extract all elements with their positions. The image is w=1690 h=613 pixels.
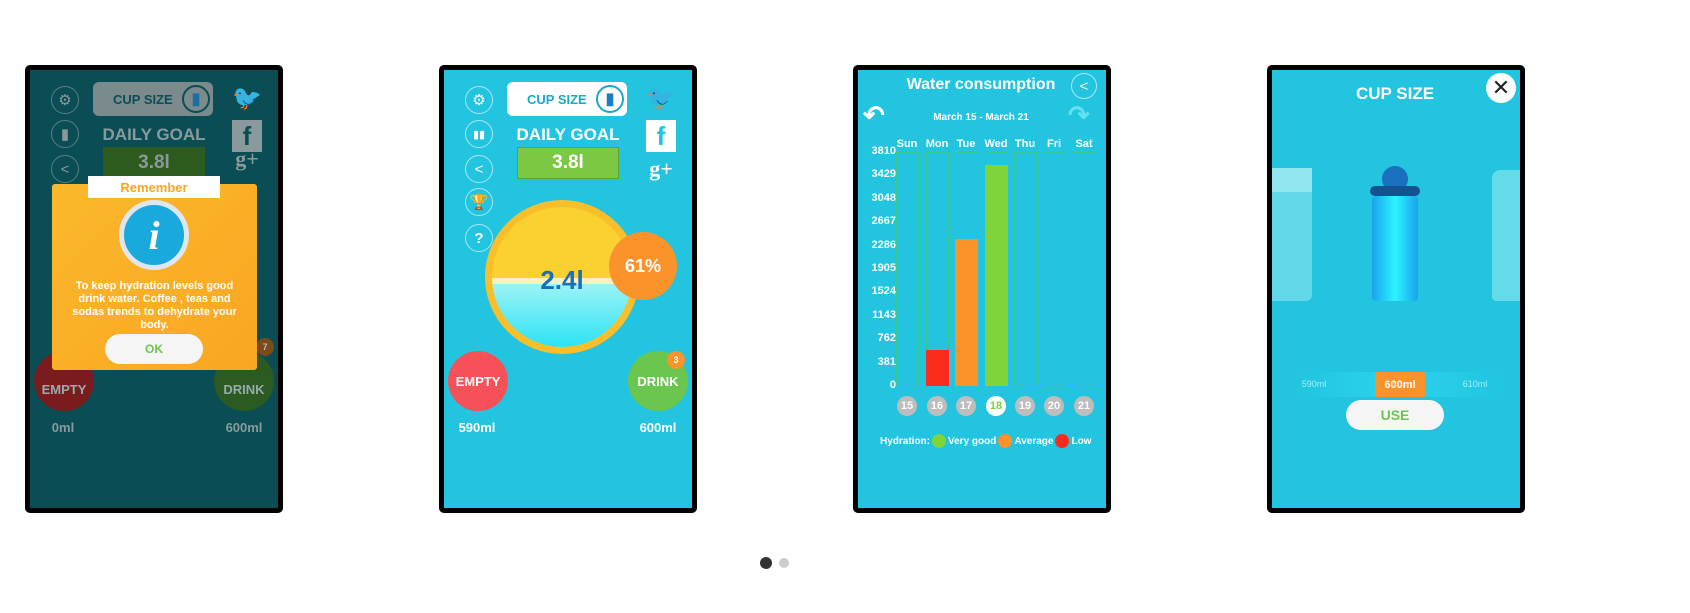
bottle-icon: ▮ [182, 85, 210, 113]
google-plus-icon[interactable]: g+ [649, 156, 673, 182]
date-circle[interactable]: 20 [1044, 396, 1064, 416]
size-option[interactable]: 590ml [1302, 379, 1327, 389]
pager-dot-active[interactable] [760, 557, 772, 569]
water-bottle-image [1492, 170, 1520, 301]
y-tick-label: 3048 [871, 191, 896, 204]
cup-size-button[interactable]: CUP SIZE ▮ [93, 82, 213, 116]
y-tick-label: 3429 [871, 168, 896, 181]
gear-icon: ⚙ [51, 86, 79, 114]
y-tick-label: 2286 [871, 238, 896, 251]
legend-swatch-average [998, 434, 1013, 448]
dialog-message: To keep hydration levels good drink wate… [72, 280, 237, 331]
y-tick-label: 1143 [872, 308, 896, 321]
legend-label: Hydration: [880, 435, 930, 447]
legend-low: Low [1071, 435, 1092, 447]
dialog-title-banner: Remember [88, 176, 220, 198]
y-tick-label: 3810 [871, 145, 896, 157]
cup-size-button[interactable]: CUP SIZE ▮ [507, 82, 627, 116]
share-icon: < [51, 155, 79, 183]
screenshot-cup-size: CUP SIZE ✕ 590ml 600ml 610ml USE [1267, 65, 1525, 513]
cup-size-title: CUP SIZE [1355, 84, 1435, 103]
y-tick-label: 1905 [871, 262, 896, 274]
day-label: Tue [956, 138, 976, 150]
bar-mon[interactable] [925, 349, 949, 386]
y-tick-label: 381 [877, 355, 896, 368]
share-icon[interactable]: < [465, 155, 493, 183]
legend-very-good: Very good [948, 435, 997, 447]
legend: Hydration: Very good Average Low [880, 434, 1091, 448]
date-circle[interactable]: 21 [1074, 396, 1094, 416]
date-circle[interactable]: 19 [1015, 396, 1035, 416]
bar-track [1013, 152, 1037, 386]
use-button[interactable]: USE [1346, 400, 1444, 430]
day-label: Wed [984, 138, 1008, 150]
facebook-icon[interactable]: f [646, 120, 676, 152]
bar-track [1042, 152, 1066, 386]
help-icon[interactable]: ? [465, 224, 493, 252]
size-option[interactable]: 610ml [1463, 379, 1488, 389]
bar-track [895, 152, 919, 386]
screenshot-main: ⚙ ▮▮ < 🏆 ? CUP SIZE ▮ 🐦 f g+ DAILY GOAL 3… [439, 65, 697, 513]
close-icon[interactable]: ✕ [1486, 73, 1516, 103]
daily-goal-label: DAILY GOAL [516, 125, 620, 144]
legend-swatch-very-good [932, 434, 946, 448]
y-tick-label: 762 [877, 332, 896, 345]
twitter-icon[interactable]: 🐦 [646, 84, 676, 113]
day-label: Thu [1014, 138, 1036, 150]
y-tick-label: 2667 [871, 215, 896, 228]
screenshot-chart: Water consumption < ↶ ↷ March 15 - March… [853, 65, 1111, 513]
goal-value: 3.8l [103, 147, 205, 179]
drink-count-badge: 3 [667, 351, 685, 369]
day-label: Fri [1046, 138, 1062, 150]
date-circle[interactable]: 16 [927, 396, 947, 416]
y-tick-label: 1524 [871, 285, 896, 298]
empty-button[interactable]: EMPTY [448, 351, 508, 411]
size-slider[interactable]: 590ml 600ml 610ml [1292, 372, 1505, 397]
size-option-selected[interactable]: 600ml [1375, 372, 1425, 397]
bar-wed[interactable] [984, 164, 1008, 386]
goal-value: 3.8l [517, 147, 619, 179]
drink-amount: 600ml [639, 420, 677, 435]
bottle-icon: ▮ [596, 85, 624, 113]
date-circle[interactable]: 17 [956, 396, 976, 416]
progress-percent: 61% [609, 232, 677, 300]
empty-amount: 590ml [458, 420, 496, 435]
google-plus-icon[interactable]: g+ [235, 146, 259, 172]
pager-dot[interactable] [779, 558, 789, 568]
ok-button[interactable]: OK [105, 334, 203, 364]
day-label: Sun [896, 138, 918, 150]
drink-count-badge: 7 [256, 338, 274, 356]
reminder-dialog: i To keep hydration levels good drink wa… [52, 184, 257, 370]
legend-average: Average [1014, 435, 1054, 447]
screenshot-reminder: ⚙ ▮ < CUP SIZE ▮ 🐦 f g+ DAILY GOAL 3.8l E… [25, 65, 283, 513]
day-label: Mon [925, 138, 949, 150]
stats-icon: ▮ [51, 120, 79, 148]
trophy-icon[interactable]: 🏆 [465, 188, 493, 216]
current-intake: 2.4l [540, 265, 584, 295]
day-label: Sat [1075, 138, 1093, 150]
gear-icon[interactable]: ⚙ [465, 86, 493, 114]
info-icon: i [119, 200, 189, 270]
daily-goal-label: DAILY GOAL [102, 125, 206, 144]
date-circle[interactable]: 15 [897, 396, 917, 416]
drink-amount: 600ml [225, 420, 263, 435]
glass-image [1272, 168, 1312, 301]
bar-track [1072, 152, 1096, 386]
empty-amount: 0ml [51, 420, 75, 435]
stats-icon[interactable]: ▮▮ [465, 120, 493, 148]
bottle-image [1370, 166, 1420, 301]
date-circle[interactable]: 18 [986, 396, 1006, 416]
bar-tue[interactable] [954, 238, 978, 386]
twitter-icon[interactable]: 🐦 [232, 84, 262, 113]
legend-swatch-low [1055, 434, 1070, 448]
